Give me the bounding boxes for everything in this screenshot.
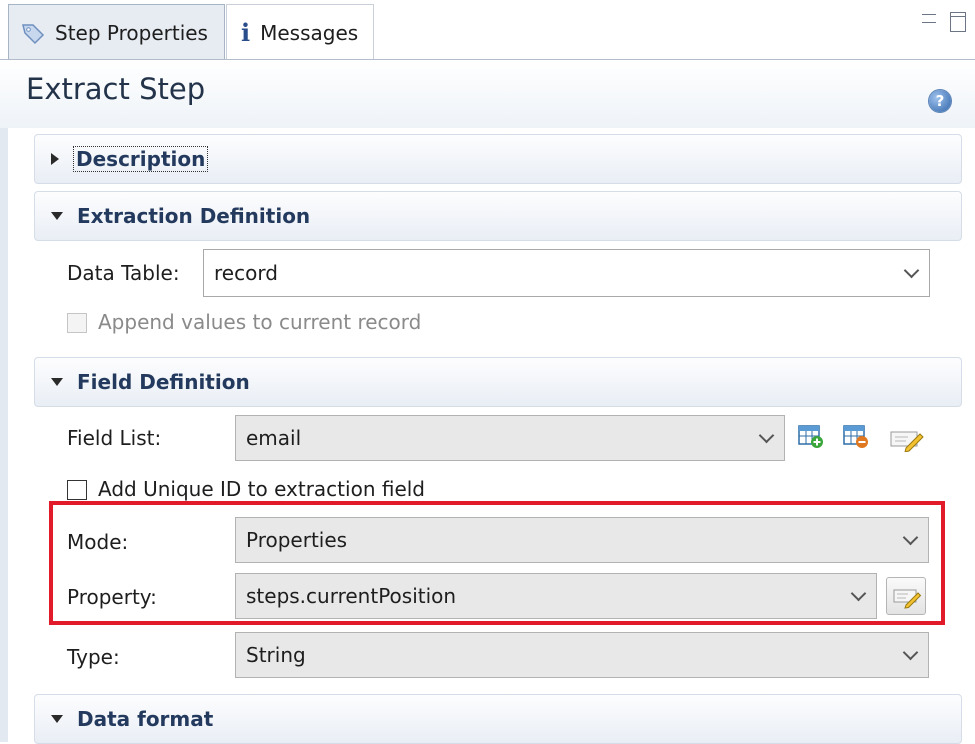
section-extraction-label: Extraction Definition — [77, 204, 311, 228]
section-field-label: Field Definition — [77, 370, 250, 394]
chevron-down-icon — [903, 262, 920, 279]
collapse-arrow-icon — [51, 212, 63, 220]
collapse-arrow-icon — [51, 378, 63, 386]
tab-messages[interactable]: i Messages — [226, 4, 374, 60]
minimize-icon[interactable] — [922, 14, 936, 23]
section-data-format-label: Data format — [77, 707, 214, 731]
section-description-label: Description — [73, 146, 209, 172]
type-value: String — [246, 643, 306, 667]
section-extraction-definition[interactable]: Extraction Definition — [34, 191, 962, 241]
section-description[interactable]: Description — [34, 134, 962, 184]
tab-step-properties-label: Step Properties — [55, 20, 208, 45]
info-icon: i — [241, 18, 251, 47]
tag-icon — [22, 23, 45, 44]
data-table-combo[interactable]: record — [203, 249, 930, 297]
tab-step-properties[interactable]: Step Properties — [8, 4, 225, 60]
data-table-label: Data Table: — [67, 261, 180, 285]
unique-id-checkbox[interactable] — [67, 480, 87, 500]
expand-arrow-icon — [51, 153, 59, 165]
add-field-icon[interactable] — [798, 425, 824, 449]
highlight-box — [49, 501, 945, 625]
section-data-format[interactable]: Data format — [34, 694, 962, 744]
field-list-combo[interactable]: email — [235, 415, 785, 461]
field-list-value: email — [246, 426, 302, 450]
view-tab-bar: Step Properties i Messages — [0, 0, 975, 60]
chevron-down-icon — [902, 644, 919, 661]
field-list-label: Field List: — [67, 426, 162, 450]
edit-field-icon[interactable] — [890, 428, 924, 452]
chevron-down-icon — [758, 427, 775, 444]
data-table-value: record — [214, 261, 278, 285]
page-title: Extract Step — [26, 72, 206, 106]
type-combo[interactable]: String — [235, 632, 929, 678]
help-icon[interactable]: ? — [929, 90, 951, 112]
unique-id-label: Add Unique ID to extraction field — [98, 477, 426, 501]
tab-messages-label: Messages — [260, 20, 359, 45]
append-values-checkbox[interactable] — [67, 313, 87, 333]
append-values-label: Append values to current record — [98, 310, 422, 334]
type-label: Type: — [67, 645, 120, 669]
section-field-definition[interactable]: Field Definition — [34, 357, 962, 407]
collapse-arrow-icon — [51, 715, 63, 723]
remove-field-icon[interactable] — [843, 425, 869, 449]
maximize-icon[interactable] — [950, 12, 966, 32]
